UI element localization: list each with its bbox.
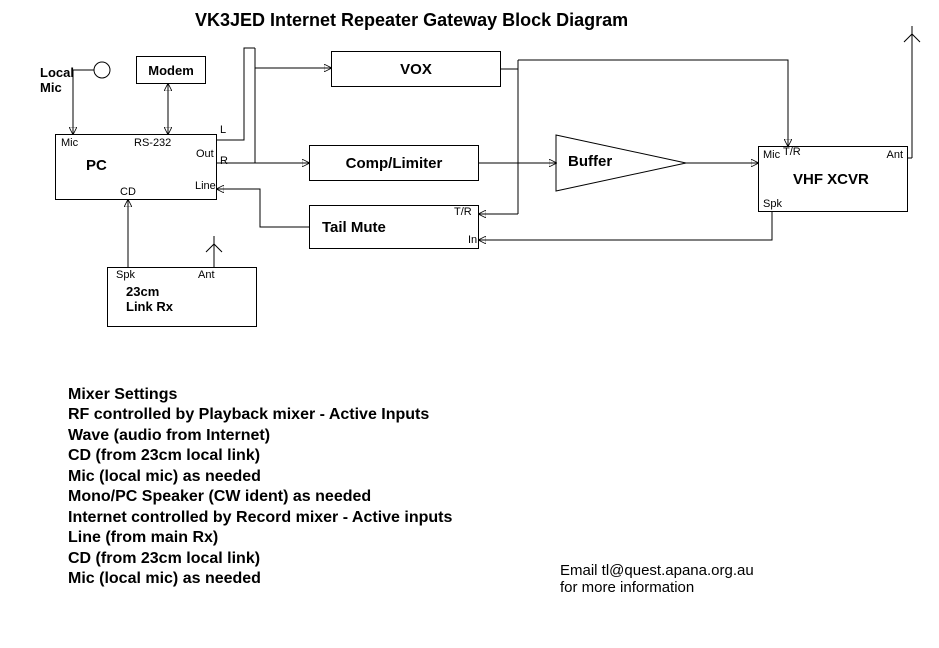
tail-mute-label: Tail Mute [322,219,386,236]
settings-line: Wave (audio from Internet) [68,426,452,446]
pc-block: PC Mic RS-232 Out CD [55,134,217,200]
vox-block: VOX [331,51,501,87]
tail-mute-block: Tail Mute T/R In [309,205,479,249]
tail-mute-in-port: In [468,234,477,246]
link-rx-ant-port: Ant [198,269,215,281]
comp-limiter-label: Comp/Limiter [346,155,443,172]
settings-line: CD (from 23cm local link) [68,549,452,569]
contact-email: Email tl@quest.apana.org.au [560,562,754,579]
settings-line: CD (from 23cm local link) [68,446,452,466]
settings-heading: Mixer Settings [68,385,452,405]
modem-block: Modem [136,56,206,84]
link-rx-block: 23cm Link Rx Spk Ant [107,267,257,327]
xcvr-mic-port: Mic [763,149,780,161]
settings-line: Mono/PC Speaker (CW ident) as needed [68,487,452,507]
vhf-xcvr-block: VHF XCVR Mic T/R Ant Spk [758,146,908,212]
settings-line: Internet controlled by Record mixer - Ac… [68,508,452,528]
pc-out-port: Out [196,148,214,160]
pc-rs232-port: RS-232 [134,137,171,149]
link-rx-spk-port: Spk [116,269,135,281]
contact-info: Email tl@quest.apana.org.au for more inf… [560,562,754,596]
settings-line: Line (from main Rx) [68,528,452,548]
pc-mic-port: Mic [61,137,78,149]
contact-more: for more information [560,579,754,596]
buffer-block: Buffer [556,135,686,191]
settings-line: Mic (local mic) as needed [68,569,452,589]
link-rx-label: 23cm Link Rx [126,284,173,314]
settings-line: RF controlled by Playback mixer - Active… [68,405,452,425]
vhf-xcvr-label: VHF XCVR [793,171,869,188]
local-mic-label: Local Mic [40,65,74,95]
pc-cd-port: CD [120,186,136,198]
xcvr-ant-port: Ant [886,149,903,161]
xcvr-tr-port: T/R [783,146,801,158]
mixer-settings-block: Mixer Settings RF controlled by Playback… [68,385,452,590]
pc-l-port: L [220,124,226,136]
vox-label: VOX [400,61,432,78]
pc-line-port: Line [195,180,216,192]
settings-line: Mic (local mic) as needed [68,467,452,487]
diagram-title: VK3JED Internet Repeater Gateway Block D… [195,10,628,31]
buffer-label: Buffer [568,153,612,170]
comp-limiter-block: Comp/Limiter [309,145,479,181]
tail-mute-tr-port: T/R [454,206,468,218]
xcvr-spk-port: Spk [763,198,782,210]
modem-label: Modem [148,63,194,78]
pc-label: PC [86,157,107,174]
pc-r-port: R [220,155,228,167]
